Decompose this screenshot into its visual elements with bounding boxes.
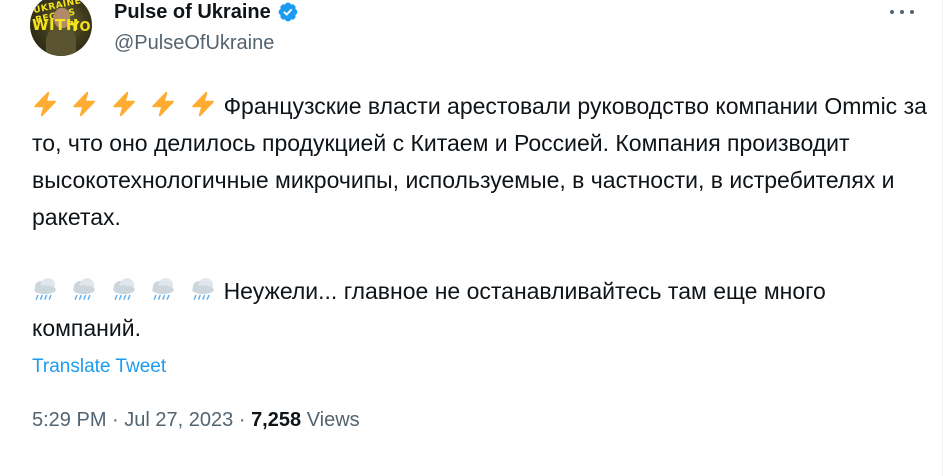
dot — [890, 10, 894, 14]
high-voltage-icon — [152, 91, 175, 117]
high-voltage-icon — [73, 91, 96, 117]
high-voltage-icon — [191, 91, 214, 117]
avatar-text-bottom: YOU — [70, 20, 92, 35]
cloud-with-rain-icon — [112, 278, 135, 300]
author-display-name[interactable]: Pulse of Ukraine — [114, 0, 271, 24]
verified-badge-icon — [278, 2, 298, 22]
more-options-icon[interactable] — [890, 2, 914, 22]
high-voltage-icon — [34, 91, 56, 117]
author-name-row[interactable]: Pulse of Ukraine — [114, 0, 299, 24]
rain-cloud-emoji-group — [32, 273, 216, 310]
tweet-paragraph-1: Французские власти арестовали руководств… — [32, 88, 932, 236]
high-voltage-icon — [113, 91, 135, 117]
tweet-paragraph-2: Неужели... главное не останавливайтесь т… — [32, 273, 932, 347]
cloud-with-rain-icon — [34, 278, 56, 300]
cloud-with-rain-icon — [152, 278, 175, 300]
tweet-metadata: 5:29 PM · Jul 27, 2023 · 7,258 Views — [32, 407, 360, 433]
bolt-emoji-group — [32, 88, 216, 125]
translate-tweet-link[interactable]: Translate Tweet — [32, 355, 166, 379]
timeline-border — [942, 0, 943, 476]
tweet-date[interactable]: Jul 27, 2023 — [124, 409, 233, 431]
meta-separator: · — [112, 409, 119, 431]
author-handle[interactable]: @PulseOfUkraine — [114, 31, 274, 55]
tweet-time[interactable]: 5:29 PM — [32, 409, 106, 431]
avatar[interactable]: UKRAINE BEGINS WITH YOU — [30, 0, 92, 56]
views-count: 7,258 — [251, 409, 302, 431]
dot — [910, 10, 914, 14]
dot — [900, 10, 904, 14]
views-label: Views — [306, 409, 360, 431]
tweet-text: Французские власти арестовали руководств… — [32, 88, 932, 347]
cloud-with-rain-icon — [191, 278, 214, 300]
meta-separator: · — [238, 409, 246, 431]
cloud-with-rain-icon — [73, 278, 96, 300]
